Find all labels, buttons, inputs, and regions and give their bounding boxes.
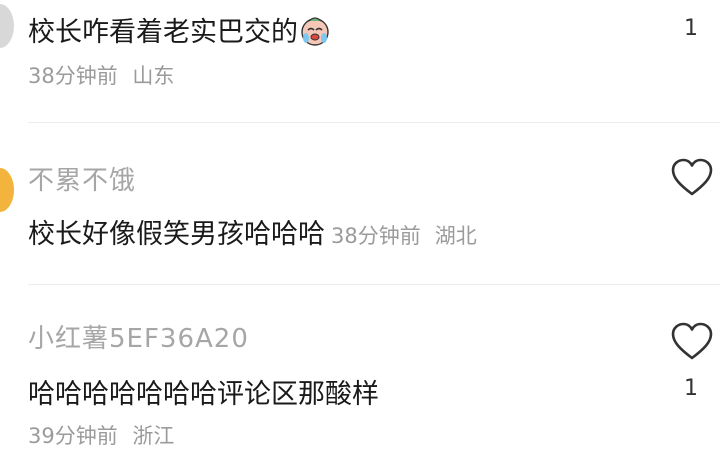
username[interactable]: 不累不饿 (28, 160, 136, 197)
comment-text: 校长好像假笑男孩哈哈哈 38分钟前 湖北 (28, 219, 477, 250)
like-count: 1 (684, 376, 698, 401)
heart-icon[interactable] (670, 322, 714, 362)
comment-item[interactable]: 小红薯5EF36A20 哈哈哈哈哈哈哈评论区那酸样 39分钟前 浙江 1 (0, 310, 720, 454)
comment-location: 湖北 (434, 224, 477, 248)
username[interactable]: 小红薯5EF36A20 (28, 318, 249, 355)
avatar[interactable] (0, 168, 14, 212)
divider (28, 284, 720, 285)
comment-text: 校长咋看着老实巴交的 (28, 10, 330, 53)
heart-icon[interactable] (670, 158, 714, 198)
comment-meta: 39分钟前 浙江 (28, 420, 174, 450)
divider (28, 122, 720, 123)
comment-time: 38分钟前 (28, 64, 118, 88)
comment-location: 浙江 (132, 424, 175, 448)
avatar[interactable] (0, 4, 14, 48)
like-count: 1 (684, 16, 698, 41)
comment-time: 38分钟前 (331, 224, 421, 248)
comment-item[interactable]: 不累不饿 校长好像假笑男孩哈哈哈 38分钟前 湖北 (0, 150, 720, 270)
comment-time: 39分钟前 (28, 424, 118, 448)
comment-meta: 38分钟前 山东 (28, 60, 174, 90)
comment-item[interactable]: 校长咋看着老实巴交的 38分钟前 山东 1 (0, 0, 720, 120)
comment-location: 山东 (132, 64, 175, 88)
crying-laughing-face-icon (300, 16, 330, 53)
comment-text: 哈哈哈哈哈哈哈评论区那酸样 (28, 379, 379, 410)
